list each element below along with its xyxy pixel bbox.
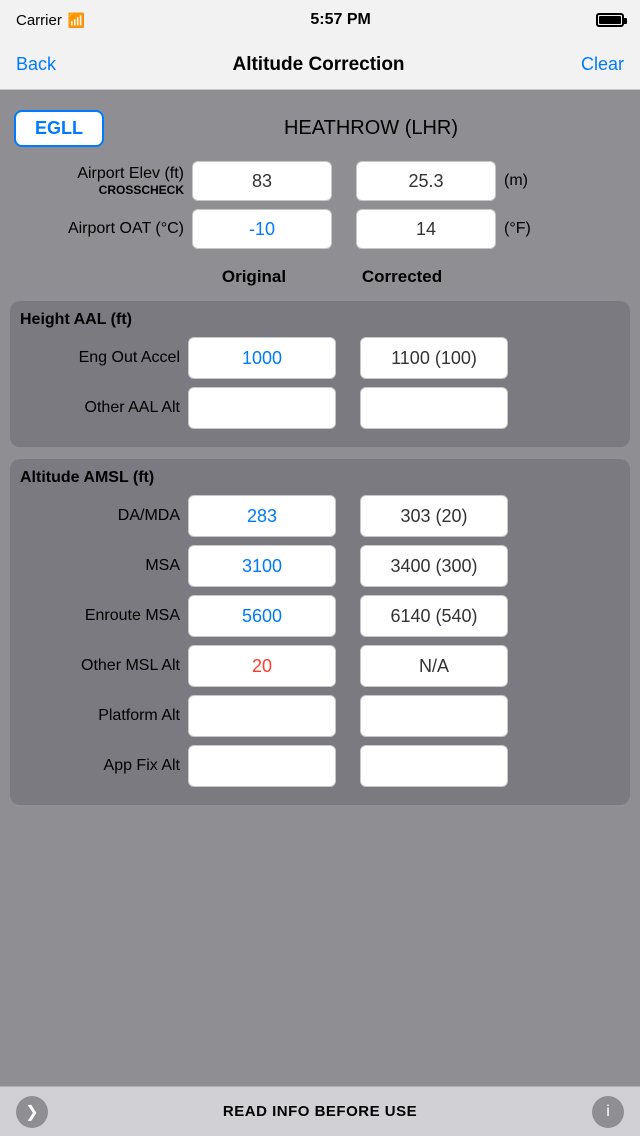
eng-out-label: Eng Out Accel [20,349,180,367]
bottom-right-icon[interactable]: i [592,1096,624,1128]
enroute-msa-corrected: 6140 (540) [360,595,508,637]
info-icon: i [606,1103,610,1121]
msa-row: MSA 3100 3400 (300) [20,545,620,587]
msa-corrected: 3400 (300) [360,545,508,587]
platform-alt-original[interactable] [188,695,336,737]
eng-out-original-input[interactable]: 1000 [188,337,336,379]
bottom-text: READ INFO BEFORE USE [223,1103,417,1120]
oat-label: Airport OAT (°C) [14,220,184,238]
fields-section: Airport Elev (ft) CROSSCHECK 83 25.3 (m)… [10,161,630,257]
elev-label-stack: Airport Elev (ft) CROSSCHECK [14,165,184,197]
wifi-icon: 📶 [68,12,85,29]
airport-name: HEATHROW (LHR) [116,117,626,140]
app-fix-alt-original[interactable] [188,745,336,787]
carrier-label: Carrier [16,12,62,29]
nav-bar: Back Altitude Correction Clear [0,40,640,90]
oat-c-input[interactable]: -10 [192,209,332,249]
page-title: Altitude Correction [232,54,404,76]
enroute-msa-row: Enroute MSA 5600 6140 (540) [20,595,620,637]
col-headers: Original Corrected [10,267,630,287]
other-msl-original[interactable]: 20 [188,645,336,687]
msa-label: MSA [20,557,180,575]
other-aal-original-input[interactable] [188,387,336,429]
elev-unit-m: (m) [504,172,534,190]
elev-ft-input[interactable]: 83 [192,161,332,201]
da-mda-row: DA/MDA 283 303 (20) [20,495,620,537]
enroute-msa-original[interactable]: 5600 [188,595,336,637]
other-aal-row: Other AAL Alt [20,387,620,429]
platform-alt-corrected [360,695,508,737]
other-msl-label: Other MSL Alt [20,657,180,675]
status-right [596,13,624,27]
app-fix-alt-corrected [360,745,508,787]
app-fix-alt-row: App Fix Alt [20,745,620,787]
other-aal-corrected-input [360,387,508,429]
height-group: Height AAL (ft) Eng Out Accel 1000 1100 … [10,301,630,447]
clear-button[interactable]: Clear [581,54,624,75]
other-msl-corrected: N/A [360,645,508,687]
col-header-original: Original [184,267,324,287]
elev-row: Airport Elev (ft) CROSSCHECK 83 25.3 (m) [14,161,626,201]
elev-label: Airport Elev (ft) [77,165,184,183]
bottom-bar: ❯ READ INFO BEFORE USE i [0,1086,640,1136]
msa-original[interactable]: 3100 [188,545,336,587]
battery-icon [596,13,624,27]
eng-out-corrected-input: 1100 (100) [360,337,508,379]
height-group-title: Height AAL (ft) [20,311,132,329]
oat-f-input[interactable]: 14 [356,209,496,249]
da-mda-label: DA/MDA [20,507,180,525]
height-group-title-row: Height AAL (ft) [20,311,620,329]
status-time: 5:57 PM [310,11,370,29]
status-left: Carrier 📶 [16,12,85,29]
enroute-msa-label: Enroute MSA [20,607,180,625]
other-aal-label: Other AAL Alt [20,399,180,417]
main-content: EGLL HEATHROW (LHR) Airport Elev (ft) CR… [0,90,640,889]
other-msl-row: Other MSL Alt 20 N/A [20,645,620,687]
altitude-group: Altitude AMSL (ft) DA/MDA 283 303 (20) M… [10,459,630,805]
da-mda-corrected: 303 (20) [360,495,508,537]
eng-out-row: Eng Out Accel 1000 1100 (100) [20,337,620,379]
elev-m-input[interactable]: 25.3 [356,161,496,201]
da-mda-original[interactable]: 283 [188,495,336,537]
bottom-left-icon[interactable]: ❯ [16,1096,48,1128]
col-header-corrected: Corrected [332,267,472,287]
status-bar: Carrier 📶 5:57 PM [0,0,640,40]
app-fix-alt-label: App Fix Alt [20,757,180,775]
altitude-group-title: Altitude AMSL (ft) [20,469,154,487]
chevron-right-icon: ❯ [25,1102,38,1122]
airport-section: EGLL HEATHROW (LHR) [10,102,630,151]
altitude-group-title-row: Altitude AMSL (ft) [20,469,620,487]
platform-alt-label: Platform Alt [20,707,180,725]
oat-unit-f: (°F) [504,220,534,238]
crosscheck-label: CROSSCHECK [99,183,184,197]
airport-code-button[interactable]: EGLL [14,110,104,147]
oat-row: Airport OAT (°C) -10 14 (°F) [14,209,626,249]
platform-alt-row: Platform Alt [20,695,620,737]
back-button[interactable]: Back [16,54,56,75]
